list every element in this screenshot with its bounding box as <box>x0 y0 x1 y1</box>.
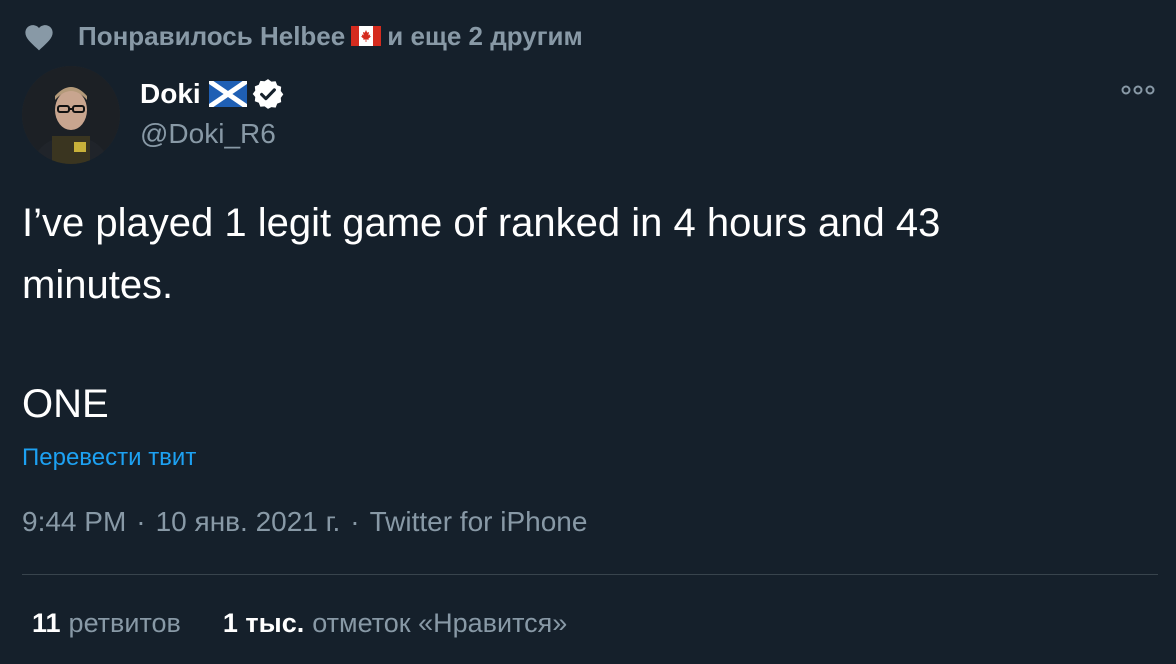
more-options-icon[interactable] <box>1118 80 1158 100</box>
liked-by-suffix: и еще 2 другим <box>387 20 583 51</box>
heart-icon <box>25 25 53 51</box>
author-handle[interactable]: @Doki_R6 <box>140 118 285 150</box>
tweet-source[interactable]: Twitter for iPhone <box>370 506 588 538</box>
canada-flag-icon <box>351 26 382 46</box>
avatar[interactable] <box>22 66 120 164</box>
likes-label: отметок «Нравится» <box>312 608 568 638</box>
likes-count: 1 тыс. <box>222 608 305 638</box>
separator: · <box>350 506 360 537</box>
author-block[interactable]: Doki @Doki_R6 <box>140 74 285 150</box>
translate-tweet-link[interactable]: Перевести твит <box>22 444 196 472</box>
avatar-image <box>22 66 120 164</box>
divider <box>22 574 1158 575</box>
retweets-stat[interactable]: 11 ретвитов <box>32 608 181 639</box>
social-context[interactable]: Понравилось Helbee и еще 2 другим <box>22 18 583 54</box>
author-name[interactable]: Doki <box>140 78 201 110</box>
retweets-label: ретвитов <box>68 608 181 638</box>
tweet-date[interactable]: 10 янв. 2021 г. <box>156 506 341 538</box>
scotland-flag-icon <box>208 81 247 107</box>
tweet-stats: 11 ретвитов 1 тыс. отметок «Нравится» <box>32 608 609 639</box>
retweets-count: 11 <box>32 608 61 638</box>
tweet-text-second-paragraph: ONE <box>22 382 109 426</box>
verified-badge-icon <box>252 79 283 109</box>
tweet-time[interactable]: 9:44 PM <box>22 506 126 538</box>
tweet-text: I’ve played 1 legit game of ranked in 4 … <box>22 201 941 307</box>
tweet-meta: 9:44 PM · 10 янв. 2021 г. · Twitter for … <box>22 506 587 538</box>
liked-by-prefix: Понравилось Helbee <box>78 20 346 51</box>
separator: · <box>136 506 146 537</box>
likes-stat[interactable]: 1 тыс. отметок «Нравится» <box>223 608 567 639</box>
name-row: Doki <box>140 74 285 114</box>
